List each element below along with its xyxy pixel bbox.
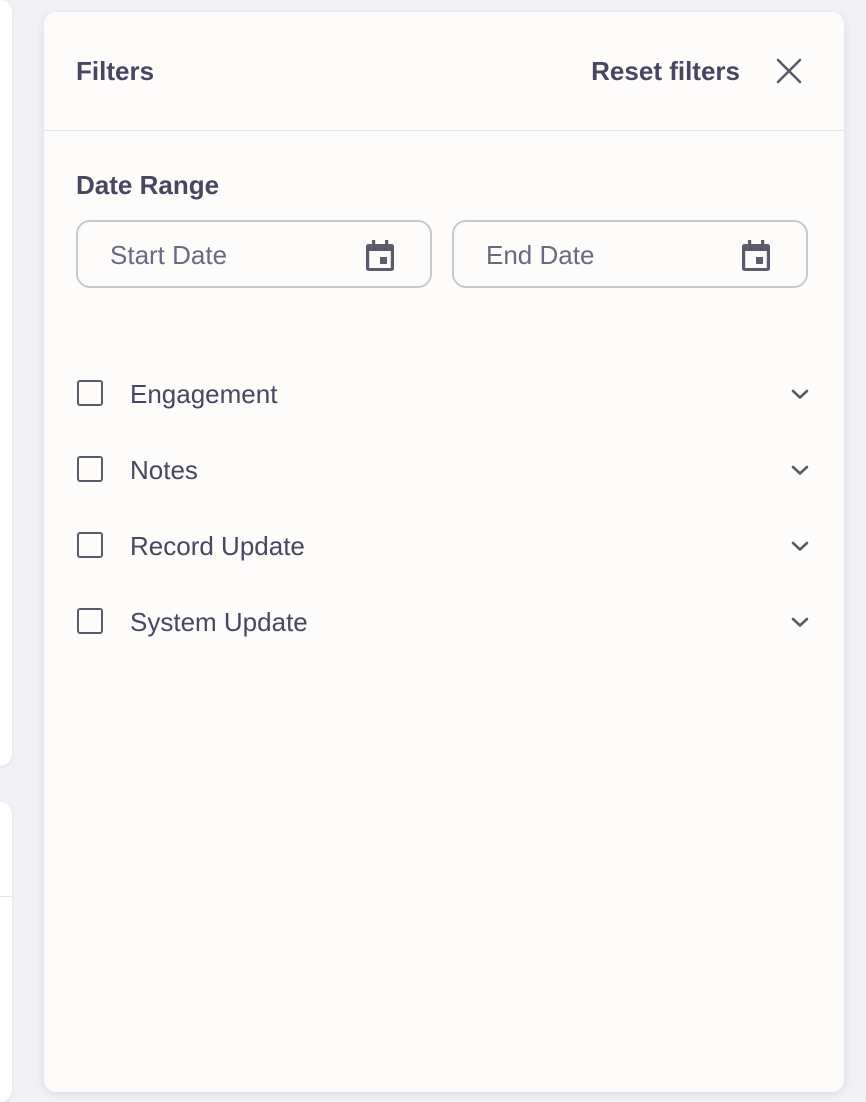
date-range-label: Date Range	[76, 170, 220, 200]
panel-title: Filters	[76, 56, 155, 86]
filters-panel: Filters Reset filters Date Range Engage	[44, 12, 844, 1092]
filter-label: Record Update	[130, 531, 305, 561]
filter-label: System Update	[130, 607, 308, 637]
panel-header: Filters Reset filters	[44, 12, 844, 131]
chevron-down-icon[interactable]	[788, 458, 812, 482]
chevron-down-icon[interactable]	[788, 382, 812, 406]
chevron-down-icon[interactable]	[788, 610, 812, 634]
filter-label: Engagement	[130, 379, 278, 409]
filter-item-system-update[interactable]: System Update	[76, 598, 812, 648]
divider	[0, 896, 12, 897]
system-update-checkbox[interactable]	[77, 608, 103, 634]
background-card	[0, 0, 12, 766]
reset-filters-button[interactable]: Reset filters	[591, 56, 740, 87]
calendar-icon[interactable]	[740, 239, 772, 273]
filter-item-record-update[interactable]: Record Update	[76, 522, 812, 572]
filter-label: Notes	[130, 455, 198, 485]
close-icon[interactable]	[774, 56, 804, 86]
filter-item-engagement[interactable]: Engagement	[76, 370, 812, 420]
engagement-checkbox[interactable]	[77, 380, 103, 406]
background-card	[0, 802, 12, 1102]
start-date-input[interactable]	[108, 236, 352, 274]
calendar-icon[interactable]	[364, 239, 396, 273]
filter-item-notes[interactable]: Notes	[76, 446, 812, 496]
end-date-field[interactable]	[452, 220, 808, 288]
notes-checkbox[interactable]	[77, 456, 103, 482]
end-date-input[interactable]	[484, 236, 728, 274]
start-date-field[interactable]	[76, 220, 432, 288]
chevron-down-icon[interactable]	[788, 534, 812, 558]
record-update-checkbox[interactable]	[77, 532, 103, 558]
